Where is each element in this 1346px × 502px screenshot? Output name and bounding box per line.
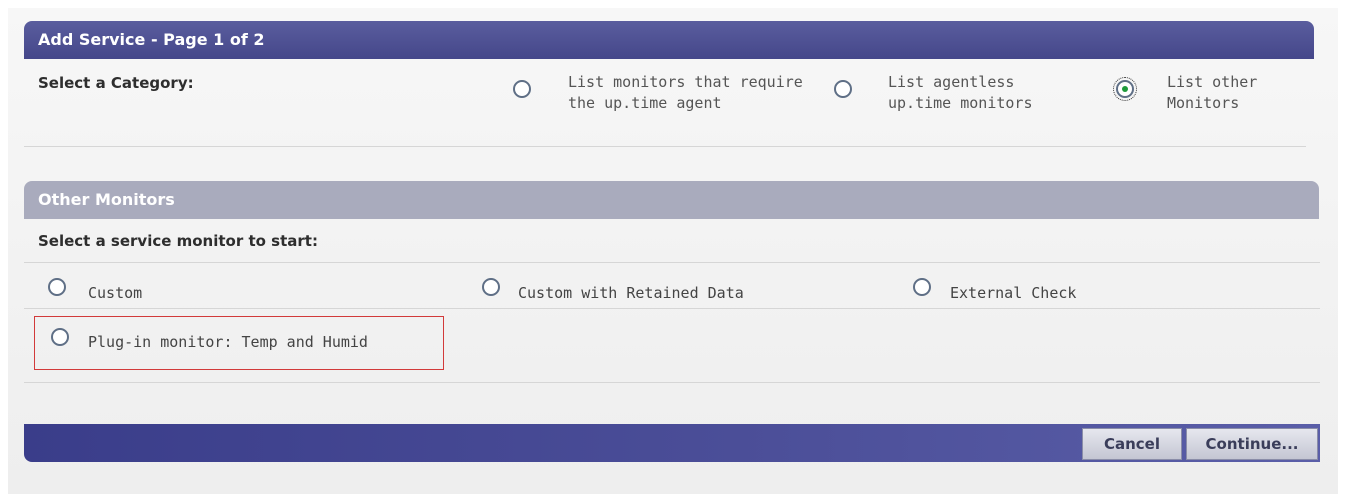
- divider: [24, 308, 1320, 309]
- service-custom-radio[interactable]: [48, 278, 66, 296]
- cancel-button[interactable]: Cancel: [1082, 428, 1182, 460]
- panel-title: Add Service - Page 1 of 2: [24, 21, 1314, 59]
- divider: [24, 382, 1320, 383]
- service-plugin-temp-humid-label[interactable]: Plug-in monitor: Temp and Humid: [88, 333, 368, 351]
- service-custom-retained-radio[interactable]: [482, 278, 500, 296]
- divider: [24, 262, 1320, 263]
- divider: [24, 146, 1306, 147]
- other-monitors-title: Other Monitors: [24, 181, 1319, 219]
- category-agentless-label[interactable]: List agentless up.time monitors: [888, 72, 1073, 114]
- category-label: Select a Category:: [38, 74, 194, 92]
- service-custom-retained-label[interactable]: Custom with Retained Data: [518, 284, 744, 302]
- category-agentless-radio[interactable]: [834, 80, 852, 98]
- service-plugin-temp-humid-radio[interactable]: [51, 328, 69, 346]
- service-external-check-radio[interactable]: [913, 278, 931, 296]
- category-other-radio[interactable]: [1113, 77, 1137, 101]
- service-custom-label[interactable]: Custom: [88, 284, 142, 302]
- category-other-label[interactable]: List other Monitors: [1167, 72, 1287, 114]
- select-monitor-label: Select a service monitor to start:: [38, 232, 318, 250]
- category-agent-radio[interactable]: [513, 80, 531, 98]
- footer-bar: Cancel Continue...: [24, 424, 1320, 462]
- add-service-page: Add Service - Page 1 of 2 Select a Categ…: [8, 8, 1338, 494]
- continue-button[interactable]: Continue...: [1186, 428, 1318, 460]
- category-agent-label[interactable]: List monitors that require the up.time a…: [568, 72, 808, 114]
- service-external-check-label[interactable]: External Check: [950, 284, 1076, 302]
